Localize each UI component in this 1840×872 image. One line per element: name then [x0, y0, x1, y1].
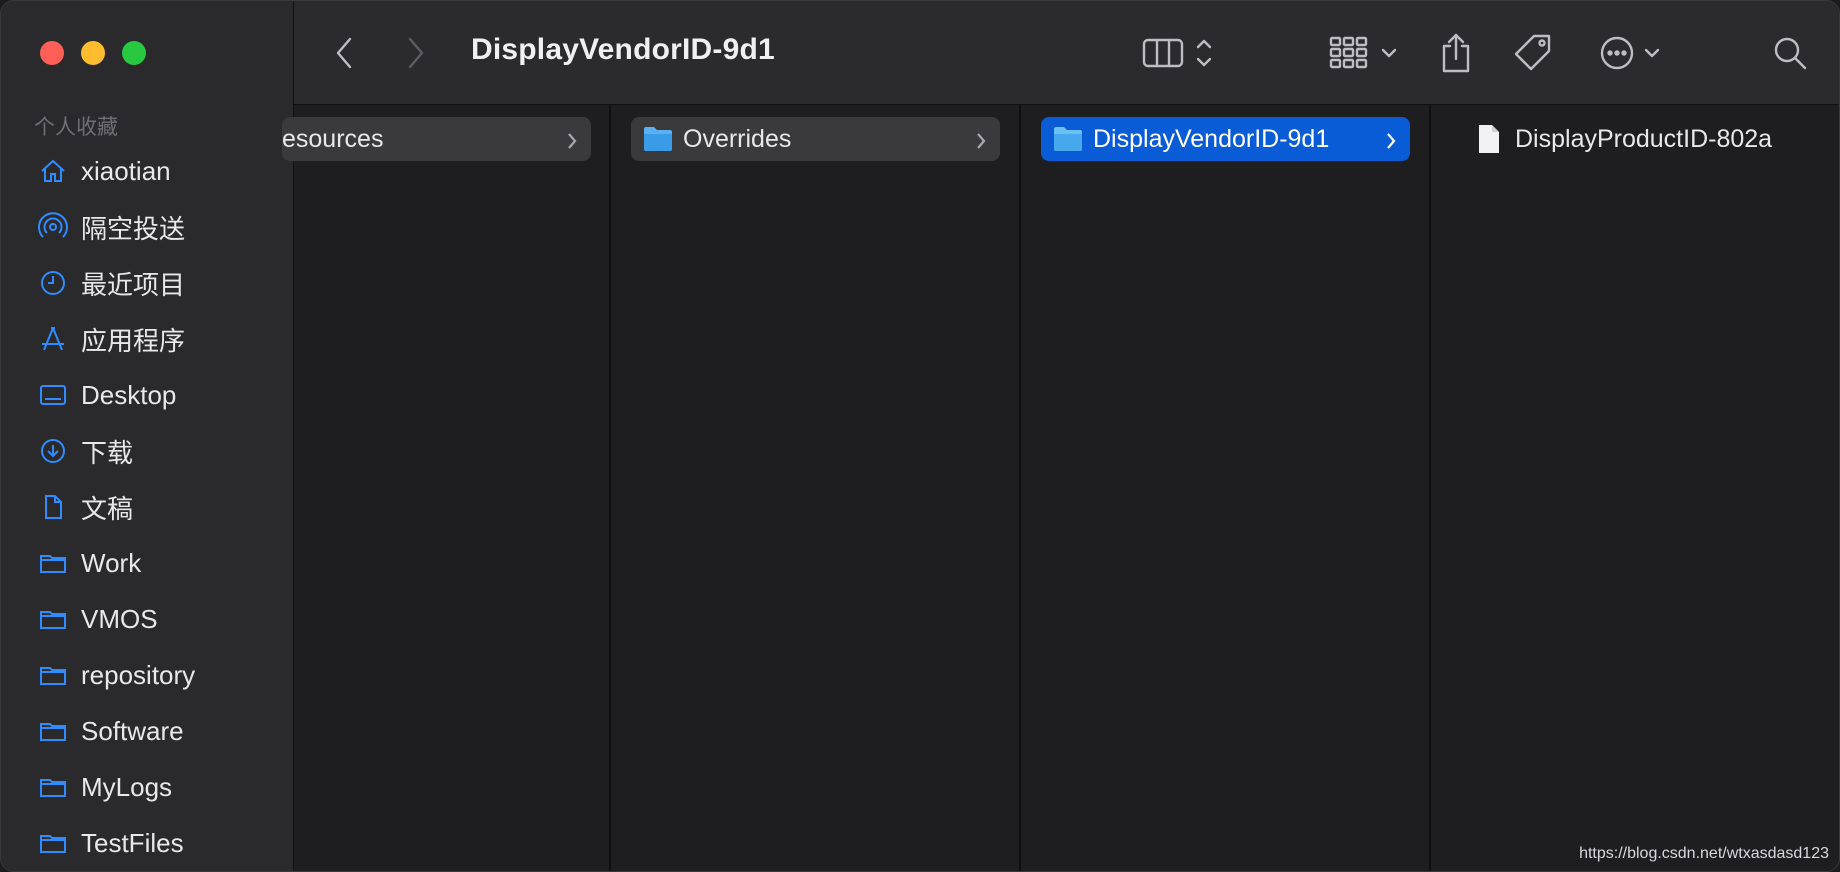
- window-controls: [40, 41, 146, 65]
- sidebar-item-label: 文稿: [81, 493, 134, 524]
- sidebar-item-label: 应用程序: [81, 325, 186, 356]
- back-button[interactable]: [332, 31, 356, 75]
- sidebar-item-work[interactable]: Work: [1, 535, 294, 591]
- column-item-label: esources: [282, 124, 384, 153]
- window-title: DisplayVendorID-9d1: [471, 33, 775, 66]
- column-displayvendorid: DisplayVendorID-9d1: [1021, 105, 1431, 871]
- sidebar-item-repository[interactable]: repository: [1, 647, 294, 703]
- sidebar-item-desktop[interactable]: Desktop: [1, 367, 294, 423]
- sidebar-item-label: VMOS: [81, 603, 158, 634]
- sidebar-item-home[interactable]: xiaotian: [1, 143, 294, 199]
- share-icon: [1442, 33, 1470, 73]
- chevron-right-icon: [1384, 129, 1398, 149]
- sidebar-item-label: 下载: [81, 437, 134, 468]
- sidebar-item-label: Work: [81, 547, 142, 578]
- view-mode-button[interactable]: [1141, 31, 1221, 75]
- minimize-window-button[interactable]: [81, 41, 105, 65]
- download-icon: [37, 435, 69, 467]
- sidebar-section-favorites: 个人收藏: [34, 116, 118, 139]
- clock-icon: [37, 267, 69, 299]
- search-icon: [1774, 37, 1807, 70]
- sidebar-item-downloads[interactable]: 下载: [1, 423, 294, 479]
- tag-button[interactable]: [1512, 31, 1554, 75]
- column-view-icon: [1142, 38, 1212, 68]
- chevron-left-icon: [336, 37, 352, 69]
- folder-icon: [37, 603, 69, 635]
- folder-icon: [37, 547, 69, 579]
- column-browser: esources Overrides DisplayVendorID-9d1 D…: [282, 105, 1839, 871]
- sidebar-item-recents[interactable]: 最近项目: [1, 255, 294, 311]
- ellipsis-circle-icon: [1600, 36, 1660, 70]
- sidebar-item-documents[interactable]: 文稿: [1, 479, 294, 535]
- tag-icon: [1514, 34, 1551, 71]
- folder-icon: [37, 715, 69, 747]
- group-button[interactable]: [1328, 31, 1400, 75]
- sidebar-item-label: Software: [81, 715, 184, 746]
- sidebar-item-label: 隔空投送: [81, 213, 186, 244]
- grid-icon: [1329, 36, 1397, 69]
- column-item-displayproductid[interactable]: DisplayProductID-802a: [1465, 117, 1805, 161]
- folder-icon: [644, 127, 672, 151]
- folder-icon: [37, 771, 69, 803]
- sidebar-item-software[interactable]: Software: [1, 703, 294, 759]
- more-actions-button[interactable]: [1597, 31, 1669, 75]
- document-icon: [37, 491, 69, 523]
- zoom-window-button[interactable]: [122, 41, 146, 65]
- sidebar-item-vmos[interactable]: VMOS: [1, 591, 294, 647]
- desktop-icon: [37, 379, 69, 411]
- column-item-label: Overrides: [683, 124, 792, 153]
- folder-icon: [37, 827, 69, 859]
- sidebar-item-mylogs[interactable]: MyLogs: [1, 759, 294, 815]
- sidebar-item-label: 最近项目: [81, 269, 186, 300]
- chevron-right-icon: [565, 129, 579, 149]
- home-icon: [37, 155, 69, 187]
- watermark-text: https://blog.csdn.net/wtxasdasd123: [1579, 845, 1829, 862]
- folder-icon: [37, 659, 69, 691]
- sidebar-item-label: TestFiles: [81, 827, 184, 858]
- column-resources: esources: [282, 105, 611, 871]
- finder-window: 个人收藏 xiaotian 隔空投送 最近项目 应用程序 Desktop 下载 …: [0, 0, 1840, 872]
- column-item-label: DisplayVendorID-9d1: [1093, 124, 1330, 153]
- folder-icon: [1054, 127, 1082, 151]
- column-item-label: DisplayProductID-802a: [1515, 124, 1773, 153]
- share-button[interactable]: [1438, 31, 1474, 75]
- file-icon: [1479, 125, 1499, 153]
- forward-button[interactable]: [404, 31, 428, 75]
- sidebar: 个人收藏 xiaotian 隔空投送 最近项目 应用程序 Desktop 下载 …: [1, 1, 294, 871]
- sidebar-item-label: repository: [81, 659, 196, 690]
- sidebar-item-airdrop[interactable]: 隔空投送: [1, 199, 294, 255]
- column-item-displayvendorid[interactable]: DisplayVendorID-9d1: [1041, 117, 1410, 161]
- sidebar-item-label: MyLogs: [81, 771, 173, 802]
- toolbar: DisplayVendorID-9d1: [294, 1, 1839, 105]
- column-overrides: Overrides: [611, 105, 1021, 871]
- chevron-right-icon: [408, 37, 424, 69]
- column-contents: DisplayProductID-802a: [1431, 105, 1839, 871]
- sidebar-item-applications[interactable]: 应用程序: [1, 311, 294, 367]
- column-item-overrides[interactable]: Overrides: [631, 117, 1000, 161]
- chevron-right-icon: [974, 129, 988, 149]
- close-window-button[interactable]: [40, 41, 64, 65]
- column-item-resources[interactable]: esources: [282, 117, 591, 161]
- sidebar-list: xiaotian 隔空投送 最近项目 应用程序 Desktop 下载 文稿 Wo…: [1, 143, 294, 871]
- airdrop-icon: [37, 211, 69, 243]
- sidebar-item-testfiles[interactable]: TestFiles: [1, 815, 294, 871]
- applications-icon: [37, 323, 69, 355]
- search-button[interactable]: [1770, 31, 1810, 75]
- sidebar-item-label: xiaotian: [81, 155, 171, 186]
- sidebar-item-label: Desktop: [81, 379, 177, 410]
